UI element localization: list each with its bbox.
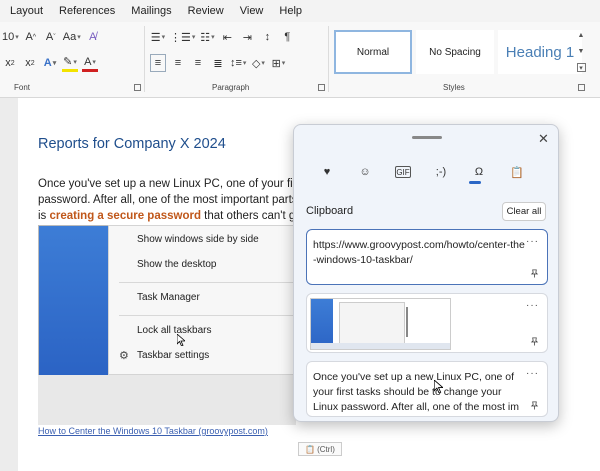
- font-dialog-launcher-icon[interactable]: [134, 84, 141, 91]
- font-color-icon[interactable]: A ▾: [82, 54, 98, 72]
- superscript-icon[interactable]: x2: [22, 54, 38, 72]
- change-case-icon[interactable]: Aa ▾: [63, 28, 81, 46]
- emoji-icon[interactable]: ☺: [350, 161, 380, 183]
- gif-icon[interactable]: GIF: [395, 166, 411, 178]
- bullets-icon[interactable]: ☰ ▾: [150, 28, 166, 46]
- multilevel-list-icon[interactable]: ☷ ▾: [199, 28, 215, 46]
- context-menu-image: Show windows side by side Show the deskt…: [108, 225, 297, 375]
- increase-indent-icon[interactable]: ⇥: [239, 28, 255, 46]
- paragraph-group-label: Paragraph: [212, 83, 250, 92]
- drag-handle[interactable]: [412, 136, 442, 139]
- styles-dialog-launcher-icon[interactable]: [578, 84, 585, 91]
- clipboard-icon[interactable]: 📋: [502, 161, 532, 183]
- menu-item-show-desktop: Show the desktop: [137, 259, 217, 270]
- clear-formatting-icon[interactable]: A̸: [85, 28, 101, 46]
- gear-icon: ⚙: [119, 350, 129, 362]
- close-icon[interactable]: ✕: [538, 131, 549, 147]
- grow-font-icon[interactable]: A ^: [23, 28, 39, 46]
- decrease-indent-icon[interactable]: ⇤: [219, 28, 235, 46]
- menu-item-side-by-side: Show windows side by side: [137, 234, 259, 245]
- taskbar-image: [38, 375, 296, 425]
- justify-icon[interactable]: ≣: [210, 54, 226, 72]
- more-options-icon[interactable]: ···: [526, 236, 539, 247]
- shrink-font-icon[interactable]: Aˇ: [43, 28, 59, 46]
- active-tab-indicator: [469, 181, 481, 184]
- align-center-icon[interactable]: ≡: [170, 54, 186, 72]
- hyperlink[interactable]: How to Center the Windows 10 Taskbar (gr…: [38, 426, 268, 436]
- style-no-spacing[interactable]: No Spacing: [416, 30, 494, 74]
- menu-divider: [119, 282, 297, 283]
- font-size-value: 10: [2, 31, 15, 43]
- style-heading-1[interactable]: Heading 1: [498, 30, 582, 74]
- group-divider: [144, 26, 145, 92]
- borders-icon[interactable]: ⊞ ▾: [270, 54, 286, 72]
- paragraph-line: password. After all, one of the most imp…: [38, 194, 296, 206]
- paste-options-button[interactable]: 📋 (Ctrl): [298, 442, 342, 456]
- menu-references[interactable]: References: [59, 5, 115, 17]
- menu-layout[interactable]: Layout: [10, 5, 43, 17]
- paragraph-line: Once you've set up a new Linux PC, one o…: [38, 178, 296, 190]
- styles-gallery: Normal No Spacing Heading 1: [334, 30, 586, 74]
- clipboard-item-text: Once you've set up a new Linux PC, one o…: [313, 371, 520, 413]
- ribbon: 10 ▾ A ^ Aˇ Aa ▾ A̸ x2 x2 A ▾ ✎ ▾ A ▾ Font ☰ ▾ …: [0, 22, 600, 98]
- more-options-icon[interactable]: ···: [526, 368, 539, 379]
- paragraph-dialog-launcher-icon[interactable]: [318, 84, 325, 91]
- sticker-icon[interactable]: ♥: [312, 161, 342, 183]
- menu-view[interactable]: View: [240, 5, 264, 17]
- menu-item-taskbar-settings: Taskbar settings: [137, 350, 210, 361]
- numbering-icon[interactable]: ⋮☰ ▾: [170, 28, 195, 46]
- clear-all-button[interactable]: Clear all: [502, 202, 546, 221]
- font-group-label: Font: [14, 83, 31, 92]
- menu-bar: Layout References Mailings Review View H…: [0, 0, 600, 22]
- text-run: that others can't gue: [204, 210, 296, 222]
- kaomoji-icon[interactable]: ;-): [426, 161, 456, 183]
- menu-item-lock-taskbars: Lock all taskbars: [137, 325, 212, 336]
- clipboard-item[interactable]: Once you've set up a new Linux PC, one o…: [306, 361, 548, 417]
- style-normal[interactable]: Normal: [334, 30, 412, 74]
- text-run: is: [38, 210, 50, 222]
- inline-link[interactable]: creating a secure password: [50, 210, 201, 222]
- body-paragraph[interactable]: Once you've set up a new Linux PC, one o…: [38, 176, 296, 224]
- group-divider: [328, 26, 329, 92]
- show-marks-icon[interactable]: ¶: [279, 28, 295, 46]
- shading-icon[interactable]: ◇ ▾: [250, 54, 266, 72]
- more-options-icon[interactable]: ···: [526, 300, 539, 311]
- mouse-cursor-icon: [434, 380, 443, 393]
- align-left-icon[interactable]: ≡: [150, 54, 166, 72]
- clipboard-item-image[interactable]: ···: [306, 293, 548, 353]
- styles-group-label: Styles: [443, 83, 465, 92]
- styles-scroll[interactable]: ▲ ▼ ▾: [574, 30, 588, 74]
- more-styles-icon[interactable]: ▾: [576, 63, 586, 72]
- symbols-icon[interactable]: Ω: [464, 161, 494, 183]
- menu-help[interactable]: Help: [279, 5, 302, 17]
- scroll-down-icon[interactable]: ▼: [578, 48, 585, 55]
- paragraph-line: is creating a secure password that other…: [38, 208, 296, 224]
- menu-mailings[interactable]: Mailings: [131, 5, 171, 17]
- clipboard-item[interactable]: https://www.groovypost.com/howto/center-…: [306, 229, 548, 285]
- menu-divider: [119, 315, 297, 316]
- menu-review[interactable]: Review: [188, 5, 224, 17]
- image-thumbnail: [310, 298, 451, 350]
- panel-tabs: ♥ ☺ GIF ;-) Ω 📋: [312, 161, 540, 183]
- clipboard-title: Clipboard: [306, 205, 354, 217]
- scroll-up-icon[interactable]: ▲: [578, 32, 585, 39]
- paste-icon: 📋: [305, 444, 316, 454]
- clipboard-panel: ✕ ♥ ☺ GIF ;-) Ω 📋 Clipboard Clear all ht…: [293, 124, 559, 422]
- text-effects-icon[interactable]: A ▾: [42, 54, 58, 72]
- pin-icon[interactable]: [530, 401, 539, 410]
- page-title: Reports for Company X 2024: [38, 136, 226, 152]
- sort-icon[interactable]: ↕: [259, 28, 275, 46]
- align-right-icon[interactable]: ≡: [190, 54, 206, 72]
- paste-label: (Ctrl): [317, 444, 335, 454]
- font-size-box[interactable]: 10 ▾: [2, 28, 19, 46]
- pin-icon[interactable]: [530, 337, 539, 346]
- highlight-icon[interactable]: ✎ ▾: [62, 54, 78, 72]
- clipboard-item-text: https://www.groovypost.com/howto/center-…: [313, 239, 525, 266]
- mouse-cursor-icon: [177, 334, 185, 346]
- subscript-icon[interactable]: x2: [2, 54, 18, 72]
- line-spacing-icon[interactable]: ↕≡ ▾: [230, 54, 246, 72]
- menu-item-task-manager: Task Manager: [137, 292, 200, 303]
- pin-icon[interactable]: [530, 269, 539, 278]
- desktop-wallpaper: [39, 226, 109, 376]
